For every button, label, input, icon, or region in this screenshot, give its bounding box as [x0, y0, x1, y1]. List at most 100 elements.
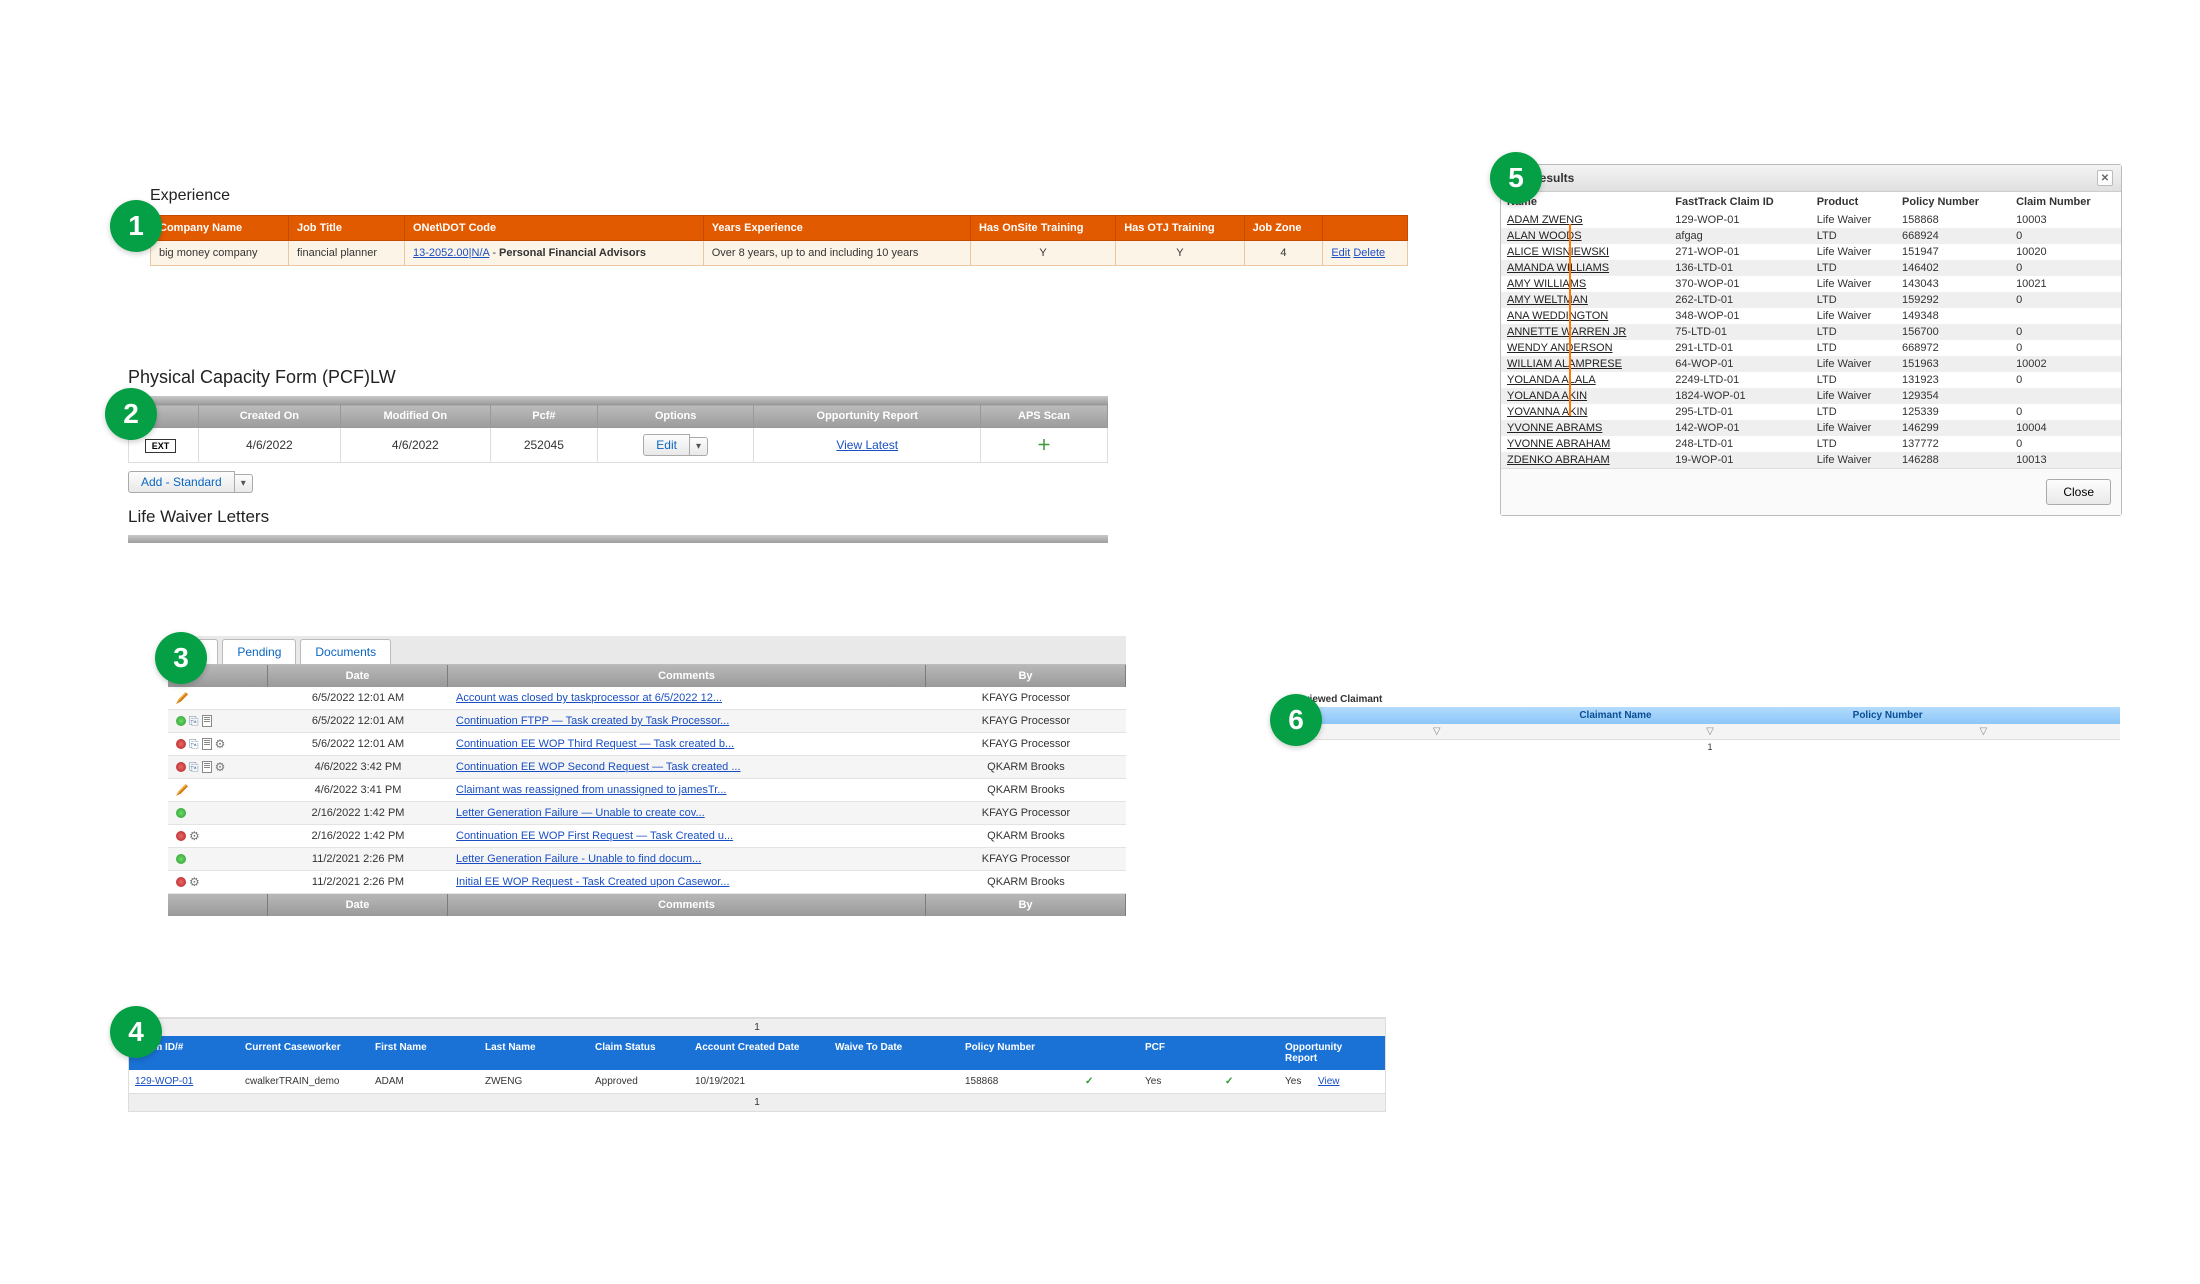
- note-link[interactable]: Continuation FTPP — Task created by Task…: [456, 715, 729, 727]
- delete-link[interactable]: Delete: [1353, 247, 1385, 259]
- note-by: QKARM Brooks: [926, 825, 1126, 847]
- claim-header: Claim ID/# Current Caseworker First Name…: [129, 1036, 1385, 1070]
- note-link[interactable]: Claimant was reassigned from unassigned …: [456, 784, 726, 796]
- page-icon: [202, 715, 212, 727]
- result-name-link[interactable]: AMY WELTMAN: [1507, 294, 1588, 306]
- note-by: QKARM Brooks: [926, 871, 1126, 893]
- pcf-aps: ＋: [981, 428, 1108, 463]
- note-comment: Continuation FTPP — Task created by Task…: [448, 710, 926, 732]
- pcf-col-num: Pcf#: [490, 405, 597, 428]
- note-link[interactable]: Continuation EE WOP Second Request — Tas…: [456, 761, 741, 773]
- search-results-panel: rch Results ✕ Name FastTrack Claim ID Pr…: [1500, 164, 2122, 516]
- ch-policy: Policy Number: [959, 1036, 1079, 1070]
- note-date: 11/2/2021 2:26 PM: [268, 848, 448, 870]
- gear-icon: ⚙: [189, 830, 200, 842]
- result-product: Life Waiver: [1811, 356, 1896, 372]
- letters-divider: [128, 535, 1108, 543]
- result-claim: 10002: [2010, 356, 2121, 372]
- edit-link[interactable]: Edit: [1331, 247, 1350, 259]
- result-claim: 10013: [2010, 452, 2121, 468]
- edit-button[interactable]: Edit: [643, 434, 690, 456]
- add-standard-dropdown[interactable]: ▾: [235, 474, 253, 493]
- note-comment: Continuation EE WOP First Request — Task…: [448, 825, 926, 847]
- notes-col-date: Date: [268, 665, 448, 687]
- tab-pending[interactable]: Pending: [222, 639, 296, 664]
- search-result-row: YOLANDA AKIN1824-WOP-01Life Waiver129354: [1501, 388, 2121, 404]
- rv-filter-name[interactable]: ▽: [1573, 724, 1846, 739]
- result-name-link[interactable]: AMANDA WILLIAMS: [1507, 262, 1609, 274]
- result-name-link[interactable]: AMY WILLIAMS: [1507, 278, 1586, 290]
- result-policy: 137772: [1896, 436, 2010, 452]
- note-link[interactable]: Continuation EE WOP Third Request — Task…: [456, 738, 734, 750]
- callout-3: 3: [155, 632, 207, 684]
- result-name-link[interactable]: WILLIAM ALAMPRESE: [1507, 358, 1622, 370]
- rv-filter-policy[interactable]: ▽: [1847, 724, 2120, 739]
- exp-col-job: Job Title: [288, 216, 404, 241]
- result-ft: 262-LTD-01: [1669, 292, 1810, 308]
- result-name-link[interactable]: YOVANNA AKIN: [1507, 406, 1588, 418]
- note-icons: ⚙: [168, 825, 268, 847]
- result-name-link[interactable]: ALICE WISNIEWSKI: [1507, 246, 1609, 258]
- note-comment: Letter Generation Failure — Unable to cr…: [448, 802, 926, 824]
- result-name-link[interactable]: YVONNE ABRAHAM: [1507, 438, 1610, 450]
- add-aps-icon[interactable]: ＋: [1037, 437, 1051, 453]
- note-link[interactable]: Letter Generation Failure - Unable to fi…: [456, 853, 701, 865]
- notes-row: 6/5/2022 12:01 AM Account was closed by t…: [168, 687, 1126, 710]
- note-comment: Claimant was reassigned from unassigned …: [448, 779, 926, 801]
- onet-code-link[interactable]: 13-2052.00|N/A: [413, 247, 489, 259]
- tab-documents[interactable]: Documents: [300, 639, 391, 664]
- search-result-row: YOLANDA ALALA2249-LTD-01LTD1319230: [1501, 372, 2121, 388]
- result-claim: 0: [2010, 260, 2121, 276]
- exp-col-otj: Has OTJ Training: [1116, 216, 1244, 241]
- result-name-link[interactable]: ADAM ZWENG: [1507, 214, 1583, 226]
- exp-col-onet: ONet\DOT Code: [405, 216, 704, 241]
- pcf-table: Created On Modified On Pcf# Options Oppo…: [128, 404, 1108, 463]
- sr-col-ft: FastTrack Claim ID: [1669, 192, 1810, 212]
- result-claim: 0: [2010, 436, 2121, 452]
- notes-col-by: By: [926, 665, 1126, 687]
- recently-viewed-title: viewed Claimant: [1300, 692, 2120, 707]
- result-name-link[interactable]: ANA WEDDINGTON: [1507, 310, 1608, 322]
- result-claim: [2010, 388, 2121, 404]
- rv-filter-id[interactable]: ▽: [1300, 724, 1573, 739]
- result-ft: 64-WOP-01: [1669, 356, 1810, 372]
- search-results-footer: Close: [1501, 468, 2121, 515]
- view-latest-link[interactable]: View Latest: [836, 438, 898, 452]
- claim-id-link[interactable]: 129-WOP-01: [135, 1076, 193, 1087]
- callout-5: 5: [1490, 152, 1542, 204]
- edit-dropdown-arrow[interactable]: ▾: [690, 437, 708, 456]
- note-comment: Letter Generation Failure - Unable to fi…: [448, 848, 926, 870]
- result-policy: 146299: [1896, 420, 2010, 436]
- note-comment: Continuation EE WOP Third Request — Task…: [448, 733, 926, 755]
- view-link[interactable]: View: [1318, 1076, 1340, 1087]
- result-product: LTD: [1811, 404, 1896, 420]
- search-result-row: ADAM ZWENG129-WOP-01Life Waiver158868100…: [1501, 212, 2121, 228]
- page-icon: [202, 761, 212, 773]
- status-red-icon: [176, 739, 186, 749]
- note-date: 2/16/2022 1:42 PM: [268, 825, 448, 847]
- result-name-link[interactable]: YOLANDA ALALA: [1507, 374, 1596, 386]
- note-link[interactable]: Initial EE WOP Request - Task Created up…: [456, 876, 730, 888]
- note-link[interactable]: Letter Generation Failure — Unable to cr…: [456, 807, 705, 819]
- close-icon[interactable]: ✕: [2097, 170, 2113, 186]
- exp-col-years: Years Experience: [703, 216, 970, 241]
- result-name-link[interactable]: YOLANDA AKIN: [1507, 390, 1587, 402]
- result-ft: 142-WOP-01: [1669, 420, 1810, 436]
- result-name-link[interactable]: ZDENKO ABRAHAM: [1507, 454, 1610, 466]
- note-by: KFAYG Processor: [926, 802, 1126, 824]
- note-link[interactable]: Continuation EE WOP First Request — Task…: [456, 830, 733, 842]
- note-icons: ⎘⚙: [168, 733, 268, 755]
- add-standard-button[interactable]: Add - Standard: [128, 471, 235, 493]
- search-result-row: ALICE WISNIEWSKI271-WOP-01Life Waiver151…: [1501, 244, 2121, 260]
- ch-pcf: PCF: [1139, 1036, 1219, 1070]
- note-date: 6/5/2022 12:01 AM: [268, 687, 448, 709]
- result-name-link[interactable]: ANNETTE WARREN JR: [1507, 326, 1626, 338]
- close-button[interactable]: Close: [2046, 479, 2111, 505]
- result-name-link[interactable]: WENDY ANDERSON: [1507, 342, 1613, 354]
- result-name-link[interactable]: YVONNE ABRAMS: [1507, 422, 1602, 434]
- ch-acct: Account Created Date: [689, 1036, 829, 1070]
- note-link[interactable]: Account was closed by taskprocessor at 6…: [456, 692, 722, 704]
- notes-fcol-date: Date: [268, 894, 448, 916]
- cr-claimid: 129-WOP-01: [129, 1070, 239, 1093]
- notes-tabbar: tes Pending Documents: [168, 636, 1126, 665]
